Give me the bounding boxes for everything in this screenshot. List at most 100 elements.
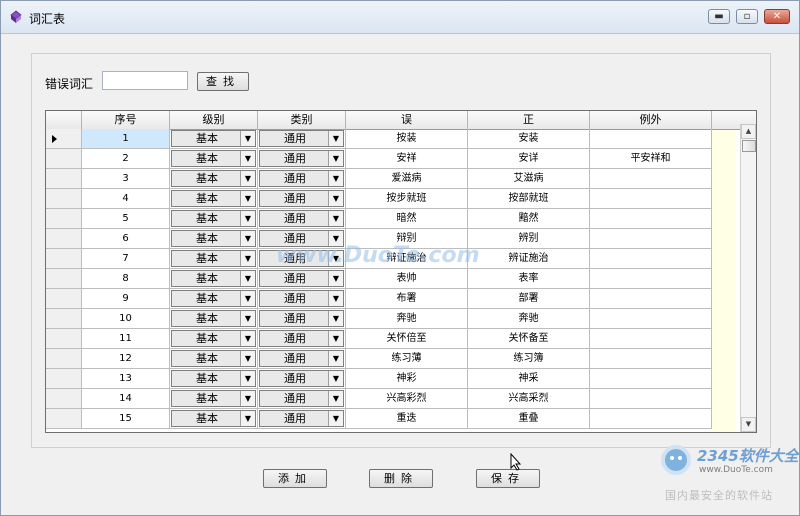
cell-exception[interactable] — [590, 189, 712, 209]
table-row[interactable]: 3 基本 ▼ 通用 ▼ 爱滋病 艾滋病 — [46, 169, 736, 189]
cell-right[interactable]: 神采 — [468, 369, 590, 389]
row-header[interactable] — [46, 369, 82, 389]
cell-exception[interactable] — [590, 129, 712, 149]
cell-id[interactable]: 6 — [82, 229, 170, 249]
dropdown-arrow-icon[interactable]: ▼ — [240, 151, 255, 166]
cell-category[interactable]: 通用 ▼ — [258, 409, 346, 429]
cell-right[interactable]: 黯然 — [468, 209, 590, 229]
dropdown-arrow-icon[interactable]: ▼ — [240, 371, 255, 386]
table-row[interactable]: 2 基本 ▼ 通用 ▼ 安祥 安详 平安祥和 — [46, 149, 736, 169]
cell-id[interactable]: 8 — [82, 269, 170, 289]
table-row[interactable]: 7 基本 ▼ 通用 ▼ 辩证施治 辨证施治 — [46, 249, 736, 269]
dropdown-arrow-icon[interactable]: ▼ — [328, 271, 343, 286]
minimize-button[interactable]: ▬ — [708, 9, 730, 24]
cell-right[interactable]: 关怀备至 — [468, 329, 590, 349]
dropdown-arrow-icon[interactable]: ▼ — [240, 191, 255, 206]
category-dropdown[interactable]: 通用 ▼ — [259, 190, 344, 207]
cell-wrong[interactable]: 关怀倍至 — [346, 329, 468, 349]
cell-right[interactable]: 重叠 — [468, 409, 590, 429]
cell-category[interactable]: 通用 ▼ — [258, 249, 346, 269]
cell-level[interactable]: 基本 ▼ — [170, 389, 258, 409]
search-input[interactable] — [102, 71, 188, 90]
level-dropdown[interactable]: 基本 ▼ — [171, 330, 256, 347]
dropdown-arrow-icon[interactable]: ▼ — [240, 251, 255, 266]
dropdown-arrow-icon[interactable]: ▼ — [328, 131, 343, 146]
row-header[interactable] — [46, 249, 82, 269]
category-dropdown[interactable]: 通用 ▼ — [259, 150, 344, 167]
category-dropdown[interactable]: 通用 ▼ — [259, 310, 344, 327]
table-row[interactable]: 6 基本 ▼ 通用 ▼ 辩别 辨别 — [46, 229, 736, 249]
cell-id[interactable]: 4 — [82, 189, 170, 209]
cell-wrong[interactable]: 奔驰 — [346, 309, 468, 329]
cell-id[interactable]: 9 — [82, 289, 170, 309]
cell-right[interactable]: 艾滋病 — [468, 169, 590, 189]
row-header[interactable] — [46, 129, 82, 149]
cell-level[interactable]: 基本 ▼ — [170, 329, 258, 349]
category-dropdown[interactable]: 通用 ▼ — [259, 370, 344, 387]
dropdown-arrow-icon[interactable]: ▼ — [328, 171, 343, 186]
delete-button[interactable]: 删除 — [369, 469, 433, 488]
cell-category[interactable]: 通用 ▼ — [258, 189, 346, 209]
cell-category[interactable]: 通用 ▼ — [258, 229, 346, 249]
level-dropdown[interactable]: 基本 ▼ — [171, 290, 256, 307]
cell-level[interactable]: 基本 ▼ — [170, 249, 258, 269]
level-dropdown[interactable]: 基本 ▼ — [171, 210, 256, 227]
header-right[interactable]: 正 — [468, 111, 590, 129]
cell-level[interactable]: 基本 ▼ — [170, 229, 258, 249]
header-exception[interactable]: 例外 — [590, 111, 712, 129]
cell-id[interactable]: 11 — [82, 329, 170, 349]
level-dropdown[interactable]: 基本 ▼ — [171, 190, 256, 207]
table-row[interactable]: 14 基本 ▼ 通用 ▼ 兴高彩烈 兴高采烈 — [46, 389, 736, 409]
row-header[interactable] — [46, 349, 82, 369]
row-header[interactable] — [46, 209, 82, 229]
cell-exception[interactable] — [590, 229, 712, 249]
level-dropdown[interactable]: 基本 ▼ — [171, 350, 256, 367]
level-dropdown[interactable]: 基本 ▼ — [171, 150, 256, 167]
cell-wrong[interactable]: 兴高彩烈 — [346, 389, 468, 409]
dropdown-arrow-icon[interactable]: ▼ — [240, 411, 255, 426]
header-wrong[interactable]: 误 — [346, 111, 468, 129]
category-dropdown[interactable]: 通用 ▼ — [259, 350, 344, 367]
cell-exception[interactable] — [590, 329, 712, 349]
dropdown-arrow-icon[interactable]: ▼ — [328, 391, 343, 406]
row-header[interactable] — [46, 309, 82, 329]
category-dropdown[interactable]: 通用 ▼ — [259, 330, 344, 347]
dropdown-arrow-icon[interactable]: ▼ — [328, 331, 343, 346]
dropdown-arrow-icon[interactable]: ▼ — [328, 211, 343, 226]
level-dropdown[interactable]: 基本 ▼ — [171, 250, 256, 267]
cell-wrong[interactable]: 辩别 — [346, 229, 468, 249]
cell-exception[interactable] — [590, 249, 712, 269]
cell-level[interactable]: 基本 ▼ — [170, 169, 258, 189]
dropdown-arrow-icon[interactable]: ▼ — [240, 391, 255, 406]
cell-wrong[interactable]: 按步就班 — [346, 189, 468, 209]
table-row[interactable]: 12 基本 ▼ 通用 ▼ 练习薄 练习簿 — [46, 349, 736, 369]
table-row[interactable]: 8 基本 ▼ 通用 ▼ 表帅 表率 — [46, 269, 736, 289]
header-id[interactable]: 序号 — [82, 111, 170, 129]
category-dropdown[interactable]: 通用 ▼ — [259, 270, 344, 287]
cell-category[interactable]: 通用 ▼ — [258, 309, 346, 329]
cell-exception[interactable] — [590, 309, 712, 329]
cell-level[interactable]: 基本 ▼ — [170, 209, 258, 229]
table-row[interactable]: 4 基本 ▼ 通用 ▼ 按步就班 按部就班 — [46, 189, 736, 209]
level-dropdown[interactable]: 基本 ▼ — [171, 410, 256, 427]
cell-wrong[interactable]: 暗然 — [346, 209, 468, 229]
add-button[interactable]: 添加 — [263, 469, 327, 488]
category-dropdown[interactable]: 通用 ▼ — [259, 130, 344, 147]
dropdown-arrow-icon[interactable]: ▼ — [240, 211, 255, 226]
cell-exception[interactable] — [590, 389, 712, 409]
cell-right[interactable]: 安详 — [468, 149, 590, 169]
cell-right[interactable]: 辨别 — [468, 229, 590, 249]
dropdown-arrow-icon[interactable]: ▼ — [328, 251, 343, 266]
category-dropdown[interactable]: 通用 ▼ — [259, 170, 344, 187]
cell-exception[interactable] — [590, 369, 712, 389]
cell-wrong[interactable]: 爱滋病 — [346, 169, 468, 189]
maximize-button[interactable]: ▫ — [736, 9, 758, 24]
cell-id[interactable]: 7 — [82, 249, 170, 269]
header-level[interactable]: 级别 — [170, 111, 258, 129]
vocabulary-grid[interactable]: 序号 级别 类别 误 正 例外 1 基本 ▼ 通用 ▼ 按装 安装 2 基本 ▼ 通用 ▼ 安祥 安详 平安… — [45, 110, 757, 433]
dropdown-arrow-icon[interactable]: ▼ — [328, 311, 343, 326]
cell-id[interactable]: 12 — [82, 349, 170, 369]
table-row[interactable]: 11 基本 ▼ 通用 ▼ 关怀倍至 关怀备至 — [46, 329, 736, 349]
dropdown-arrow-icon[interactable]: ▼ — [328, 371, 343, 386]
scroll-thumb[interactable] — [742, 140, 756, 152]
